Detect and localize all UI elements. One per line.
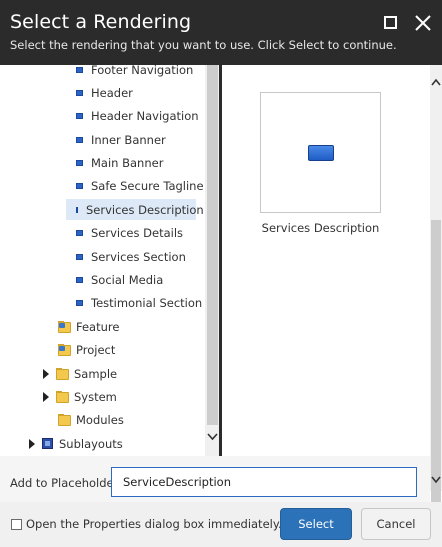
cancel-button[interactable]: Cancel xyxy=(361,508,431,540)
rendering-icon xyxy=(76,112,83,119)
tree-folder-feature[interactable]: Feature xyxy=(58,316,123,337)
tree-folder-label: System xyxy=(74,389,117,404)
tree-folder-label: Modules xyxy=(76,412,124,427)
maximize-icon xyxy=(384,16,397,29)
rendering-icon xyxy=(76,206,78,213)
tree-item-label: Testimonial Section xyxy=(91,295,203,310)
rendering-large-icon xyxy=(308,145,334,161)
placeholder-input[interactable] xyxy=(111,467,417,497)
rendering-icon xyxy=(76,229,83,236)
tree-item-sublayouts[interactable]: Sublayouts xyxy=(28,433,127,454)
rendering-icon xyxy=(76,299,83,306)
tree-item-services-description[interactable]: Services Description xyxy=(66,199,204,220)
dialog-title: Select a Rendering xyxy=(10,11,192,33)
dialog-scrollbar[interactable] xyxy=(430,65,442,530)
tree-item-services-section[interactable]: Services Section xyxy=(76,246,190,267)
tree-item-social-media[interactable]: Social Media xyxy=(76,269,167,290)
tree-scrollbar-thumb[interactable] xyxy=(207,65,218,425)
folder-icon xyxy=(58,320,72,333)
tree-item-label: Social Media xyxy=(91,272,164,287)
tree-folder-label: Sample xyxy=(74,366,118,381)
tree-item-label: Services Details xyxy=(91,225,184,240)
folder-icon xyxy=(58,413,72,426)
tree-folder-project[interactable]: Project xyxy=(58,339,119,360)
expand-arrow-icon[interactable] xyxy=(28,438,36,449)
tree-folder-label: Project xyxy=(76,342,116,357)
tree-scrollbar[interactable] xyxy=(205,65,220,456)
scroll-down-icon[interactable] xyxy=(430,472,442,486)
rendering-icon xyxy=(76,276,83,283)
rendering-preview-card[interactable] xyxy=(260,92,381,213)
folder-icon xyxy=(58,343,72,356)
tree-item-services-details[interactable]: Services Details xyxy=(76,222,187,243)
tree-item-label: Header xyxy=(91,85,133,100)
rendering-tree[interactable]: Footer Navigation Header Header Navigati… xyxy=(0,65,222,456)
tree-item-label: Footer Navigation xyxy=(91,65,194,77)
placeholder-row: Add to Placeholder: xyxy=(0,456,430,502)
tree-item-testimonial-section[interactable]: Testimonial Section xyxy=(76,292,206,313)
folder-icon xyxy=(56,367,70,380)
tree-item-label: Sublayouts xyxy=(59,436,123,451)
tree-item-header[interactable]: Header xyxy=(76,82,137,103)
maximize-button[interactable] xyxy=(380,12,402,34)
tree-folder-system[interactable]: System xyxy=(42,386,121,407)
preview-pane: Services Description xyxy=(222,65,430,456)
tree-folder-label: Feature xyxy=(76,319,120,334)
tree-item-label: Main Banner xyxy=(91,155,164,170)
close-icon xyxy=(415,15,431,31)
expand-arrow-icon[interactable] xyxy=(42,391,50,402)
rendering-icon xyxy=(76,136,83,143)
dialog-titlebar: Select a Rendering Select the rendering … xyxy=(0,0,442,65)
dialog-subtitle: Select the rendering that you want to us… xyxy=(10,38,397,52)
tree-folder-modules[interactable]: Modules xyxy=(58,409,128,430)
select-button[interactable]: Select xyxy=(280,508,352,540)
tree-item-label: Services Description xyxy=(86,202,204,217)
preview-label: Services Description xyxy=(261,221,380,235)
open-properties-checkbox[interactable] xyxy=(11,519,22,530)
rendering-icon xyxy=(76,66,83,73)
tree-folder-sample[interactable]: Sample xyxy=(42,363,121,384)
tree-item-label: Safe Secure Tagline xyxy=(91,178,204,193)
rendering-icon xyxy=(76,89,83,96)
folder-icon xyxy=(56,390,70,403)
tree-item-inner-banner[interactable]: Inner Banner xyxy=(76,129,170,150)
tree-item-label: Services Section xyxy=(91,249,186,264)
scroll-down-icon[interactable] xyxy=(205,429,220,445)
dialog-footer: Open the Properties dialog box immediate… xyxy=(0,502,442,547)
placeholder-label: Add to Placeholder: xyxy=(10,476,122,490)
tree-item-header-navigation[interactable]: Header Navigation xyxy=(76,105,203,126)
sublayout-icon xyxy=(42,438,53,449)
scroll-up-icon[interactable] xyxy=(430,76,442,90)
tree-item-label: Header Navigation xyxy=(91,108,199,123)
rendering-icon xyxy=(76,182,83,189)
tree-item-footer-navigation[interactable]: Footer Navigation xyxy=(76,65,197,80)
tree-item-main-banner[interactable]: Main Banner xyxy=(76,152,167,173)
rendering-icon xyxy=(76,253,83,260)
rendering-icon xyxy=(76,159,83,166)
tree-item-safe-secure-tagline[interactable]: Safe Secure Tagline xyxy=(76,175,208,196)
expand-arrow-icon[interactable] xyxy=(42,368,50,379)
open-properties-label[interactable]: Open the Properties dialog box immediate… xyxy=(26,517,282,531)
tree-item-label: Inner Banner xyxy=(91,132,166,147)
close-button[interactable] xyxy=(412,12,434,34)
